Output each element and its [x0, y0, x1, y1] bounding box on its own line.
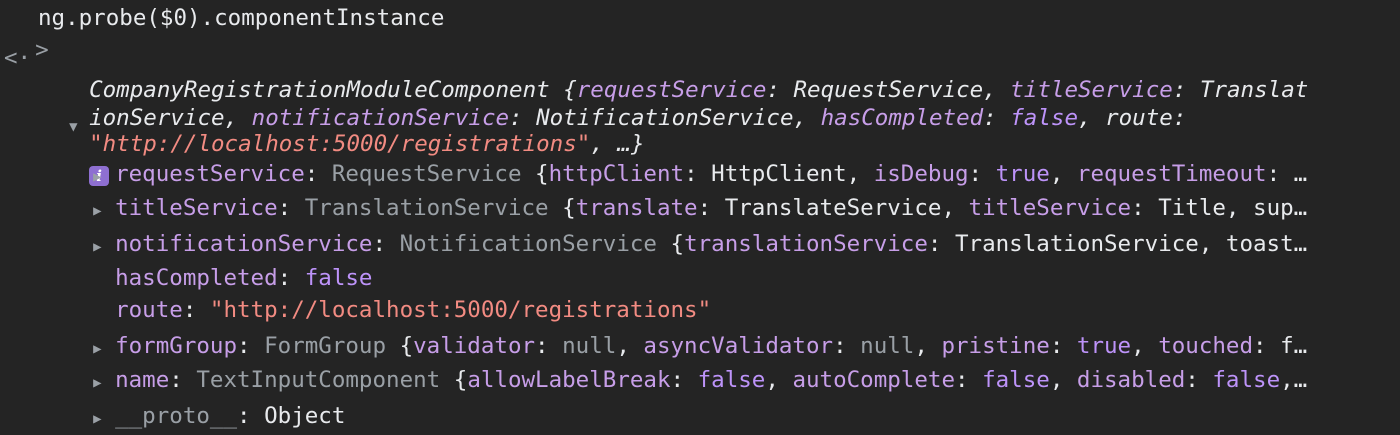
console-input-text[interactable]: ng.probe($0).componentInstance	[38, 2, 444, 34]
property-row[interactable]: ▶ __proto__: Object	[66, 368, 345, 435]
property-class: NotificationService	[399, 231, 657, 257]
property-preview: {allowLabelBreak: false, autoComplete: f…	[453, 367, 1308, 393]
triangle-right-icon: ▶	[93, 411, 102, 427]
property-preview: {translationService: TranslationService,…	[670, 231, 1308, 257]
result-prompt-icon: <·	[4, 45, 32, 71]
property-key: __proto__	[115, 403, 238, 429]
property-value: Object	[264, 403, 346, 429]
input-prompt-icon: >	[35, 37, 49, 63]
